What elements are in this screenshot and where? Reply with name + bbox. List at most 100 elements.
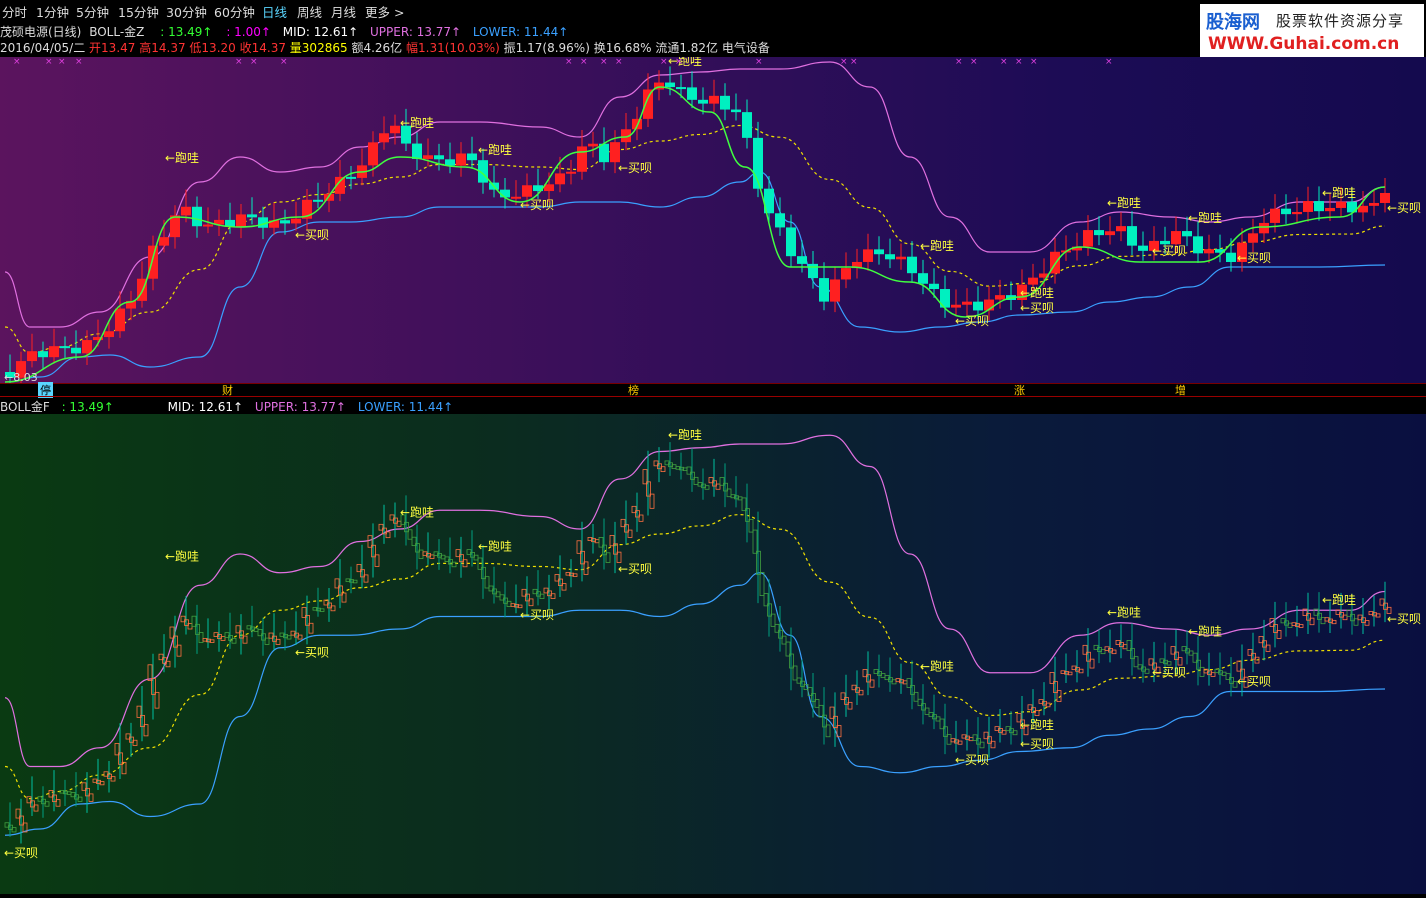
candle-down xyxy=(874,249,884,255)
boll-f-chart[interactable]: ←跑哇 ←跑哇 ←跑哇 ←跑哇 ←跑哇 ←跑哇 ←跑哇 ←跑哇 ←跑哇 ←买呗 ←买呗 ←买呗 ←买呗 ←… xyxy=(0,414,1426,894)
period-tab-15min[interactable]: 15分钟 xyxy=(118,2,159,21)
candle-down xyxy=(247,214,257,218)
candle-up xyxy=(1171,231,1181,245)
logo-title: 股海网 xyxy=(1206,12,1260,33)
period-tab-1min[interactable]: 1分钟 xyxy=(36,2,69,21)
candle-up xyxy=(379,133,389,143)
mid-value: MID: 12.61↑ xyxy=(282,25,359,39)
buy-signal-label: ←买呗 xyxy=(1020,737,1054,751)
buy-signal-label: ←买呗 xyxy=(1387,612,1421,626)
indicator-value-1: : 13.49↑ xyxy=(160,25,213,39)
candle-up xyxy=(1028,277,1038,285)
candle-down xyxy=(973,301,983,311)
buy-signal-label: ←买呗 xyxy=(1237,251,1271,265)
candle-up xyxy=(841,268,851,280)
candle-down xyxy=(907,256,917,274)
quote-amplitude: 振1.17(8.96%) xyxy=(503,41,590,55)
candlestick-chart[interactable]: ←跑哇←跑哇←跑哇←跑哇←跑哇←跑哇←跑哇←跑哇←跑哇←买呗←买呗←买呗←买呗←… xyxy=(0,54,1426,390)
top-marker-x: × xyxy=(13,57,21,67)
quote-open: 开13.47 xyxy=(89,41,136,55)
candle-down xyxy=(434,155,444,160)
candle-down xyxy=(929,283,939,290)
period-tab-5min[interactable]: 5分钟 xyxy=(76,2,109,21)
candle-up xyxy=(1303,201,1313,212)
candle-up xyxy=(27,351,37,362)
step-block-down xyxy=(752,529,758,554)
candle-up xyxy=(1325,207,1335,212)
candle-up xyxy=(291,218,301,224)
sell-signal-label: ←跑哇 xyxy=(1020,286,1054,300)
low-price-label: ←8.03 xyxy=(4,371,38,383)
quote-high: 高14.37 xyxy=(139,41,186,55)
quote-date: 2016/04/05/二 xyxy=(0,41,86,55)
buy-signal-label: ←买呗 xyxy=(618,161,652,175)
period-tab-monthly[interactable]: 月线 xyxy=(331,2,356,21)
candle-down xyxy=(1226,252,1236,262)
candle-down xyxy=(808,263,818,279)
sell-signal-label: ←跑哇 xyxy=(1188,624,1222,638)
candle-up xyxy=(390,125,400,134)
candle-up xyxy=(203,224,213,227)
top-marker-x: × xyxy=(580,57,588,67)
sell-signal-label: ←跑哇 xyxy=(478,539,512,553)
candle-down xyxy=(775,213,785,228)
candle-down xyxy=(1182,231,1192,237)
top-marker-x: × xyxy=(840,57,848,67)
top-marker-x: × xyxy=(675,57,683,67)
top-marker-x: × xyxy=(660,57,668,67)
candle-up xyxy=(104,331,114,338)
period-tab-60min[interactable]: 60分钟 xyxy=(214,2,255,21)
watermark-logo: 股海网 股票软件资源分享 WWW.Guhai.com.cn xyxy=(1200,4,1424,58)
sell-signal-label: ←跑哇 xyxy=(920,659,954,673)
quote-industry: 电气设备 xyxy=(721,41,770,55)
indicator-header: 茂硕电源(日线) BOLL-金Z : 13.49↑ : 1.00↑ MID: 1… xyxy=(0,23,568,39)
lower-band-line xyxy=(4,171,1386,383)
top-marker-x: × xyxy=(235,57,243,67)
buy-signal-label: ←买呗 xyxy=(4,846,38,860)
candle-up xyxy=(1204,249,1214,254)
candle-up xyxy=(148,245,158,279)
sell-signal-label: ←跑哇 xyxy=(668,428,702,442)
candle-up xyxy=(610,142,620,163)
candle-down xyxy=(192,206,202,227)
candle-up xyxy=(588,143,598,147)
period-tab-30min[interactable]: 30分钟 xyxy=(166,2,207,21)
top-marker-x: × xyxy=(1105,57,1113,67)
candle-up xyxy=(1292,211,1302,215)
candle-up xyxy=(522,185,532,197)
top-marker-x: × xyxy=(850,57,858,67)
candlestick-panel[interactable]: ←跑哇 ←跑哇 ←跑哇 ←跑哇 ←跑哇 ←跑哇 ←跑哇 ←跑哇 ←跑哇 ←买呗 ←买呗 ←买呗 ←买呗 ←… xyxy=(0,54,1426,390)
candle-down xyxy=(665,82,675,88)
quote-close: 收14.37 xyxy=(239,41,286,55)
buy-signal-label: ←买呗 xyxy=(955,753,989,767)
panel-divider[interactable] xyxy=(0,396,1426,397)
upper-band-line xyxy=(4,61,1386,328)
buy-signal-label: ←买呗 xyxy=(520,608,554,622)
candle-up xyxy=(863,249,873,262)
lower-value: LOWER: 11.44↑ xyxy=(472,25,569,39)
period-tab-weekly[interactable]: 周线 xyxy=(297,2,322,21)
upper-value-2: UPPER: 13.77↑ xyxy=(254,400,346,414)
candle-down xyxy=(918,273,928,284)
candle-down xyxy=(60,346,70,349)
candle-down xyxy=(819,278,829,302)
top-marker-x: × xyxy=(45,57,53,67)
top-marker-x: × xyxy=(58,57,66,67)
indicator-name-2[interactable]: BOLL金F xyxy=(0,400,50,414)
top-marker-x: × xyxy=(250,57,258,67)
period-tab-daily[interactable]: 日线 xyxy=(262,2,287,21)
sell-signal-label: ←跑哇 xyxy=(165,549,199,563)
candle-down xyxy=(412,143,422,159)
top-marker-x: × xyxy=(755,57,763,67)
candle-down xyxy=(1127,226,1137,246)
candle-down xyxy=(500,189,510,198)
candle-up xyxy=(951,304,961,308)
stock-name[interactable]: 茂硕电源(日线) xyxy=(0,25,81,39)
indicator-name[interactable]: BOLL-金Z xyxy=(89,25,144,39)
mid-value-2: MID: 12.61↑ xyxy=(167,400,244,414)
top-marker-x: × xyxy=(1000,57,1008,67)
period-tab-intraday[interactable]: 分时 xyxy=(2,2,27,21)
boll-f-panel[interactable]: ←跑哇 ←跑哇 ←跑哇 ←跑哇 ←跑哇 ←跑哇 ←跑哇 ←跑哇 ←跑哇 ←买呗 ←买呗 ←买呗 ←买呗 ←… xyxy=(0,414,1426,894)
period-tab-more[interactable]: 更多 > xyxy=(365,2,404,21)
top-marker-x: × xyxy=(615,57,623,67)
